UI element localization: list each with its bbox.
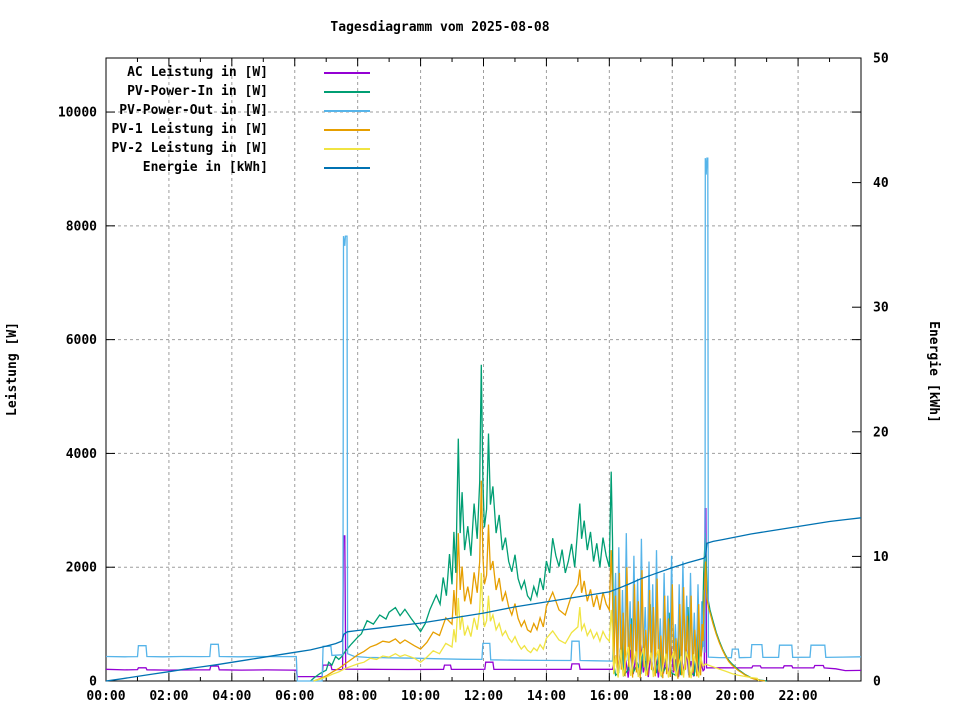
y-tick-label: 10000 bbox=[58, 106, 97, 121]
legend-item: AC Leistung in [W] bbox=[106, 63, 370, 82]
x-tick-label: 16:00 bbox=[590, 689, 629, 704]
legend-line-sample bbox=[324, 148, 370, 150]
y2-tick-label: 50 bbox=[873, 52, 889, 67]
legend: AC Leistung in [W] PV-Power-In in [W] PV… bbox=[106, 63, 370, 177]
legend-label: AC Leistung in [W] bbox=[106, 65, 268, 80]
x-tick-label: 08:00 bbox=[338, 689, 377, 704]
x-tick-label: 10:00 bbox=[401, 689, 440, 704]
legend-label: PV-1 Leistung in [W] bbox=[106, 122, 268, 137]
y2-axis-label: Energie [kWh] bbox=[926, 321, 941, 423]
y-axis-label: Leistung [W] bbox=[5, 322, 20, 416]
legend-line-sample bbox=[324, 91, 370, 93]
legend-item: PV-Power-In in [W] bbox=[106, 82, 370, 101]
y2-tick-label: 40 bbox=[873, 176, 889, 191]
x-tick-label: 22:00 bbox=[779, 689, 818, 704]
legend-line-sample bbox=[324, 129, 370, 131]
x-tick-label: 18:00 bbox=[653, 689, 692, 704]
x-tick-label: 12:00 bbox=[464, 689, 503, 704]
legend-item: PV-2 Leistung in [W] bbox=[106, 139, 370, 158]
y-tick-label: 8000 bbox=[66, 219, 97, 234]
legend-line-sample bbox=[324, 72, 370, 74]
chart-title: Tagesdiagramm vom 2025-08-08 bbox=[330, 20, 549, 35]
y2-tick-label: 0 bbox=[873, 675, 881, 690]
legend-item: Energie in [kWh] bbox=[106, 158, 370, 177]
x-tick-label: 02:00 bbox=[149, 689, 188, 704]
y2-tick-label: 30 bbox=[873, 301, 889, 316]
y-tick-label: 6000 bbox=[66, 333, 97, 348]
legend-label: Energie in [kWh] bbox=[106, 160, 268, 175]
x-tick-label: 06:00 bbox=[275, 689, 314, 704]
y-tick-label: 4000 bbox=[66, 447, 97, 462]
y2-tick-label: 20 bbox=[873, 425, 889, 440]
y2-tick-label: 10 bbox=[873, 550, 889, 565]
x-tick-label: 14:00 bbox=[527, 689, 566, 704]
legend-line-sample bbox=[324, 167, 370, 169]
x-tick-label: 00:00 bbox=[86, 689, 125, 704]
x-tick-label: 20:00 bbox=[716, 689, 755, 704]
legend-item: PV-1 Leistung in [W] bbox=[106, 120, 370, 139]
legend-label: PV-Power-Out in [W] bbox=[106, 103, 268, 118]
legend-label: PV-Power-In in [W] bbox=[106, 84, 268, 99]
legend-label: PV-2 Leistung in [W] bbox=[106, 141, 268, 156]
x-tick-label: 04:00 bbox=[212, 689, 251, 704]
y-tick-label: 2000 bbox=[66, 561, 97, 576]
legend-line-sample bbox=[324, 110, 370, 112]
y-tick-label: 0 bbox=[89, 675, 97, 690]
legend-item: PV-Power-Out in [W] bbox=[106, 101, 370, 120]
